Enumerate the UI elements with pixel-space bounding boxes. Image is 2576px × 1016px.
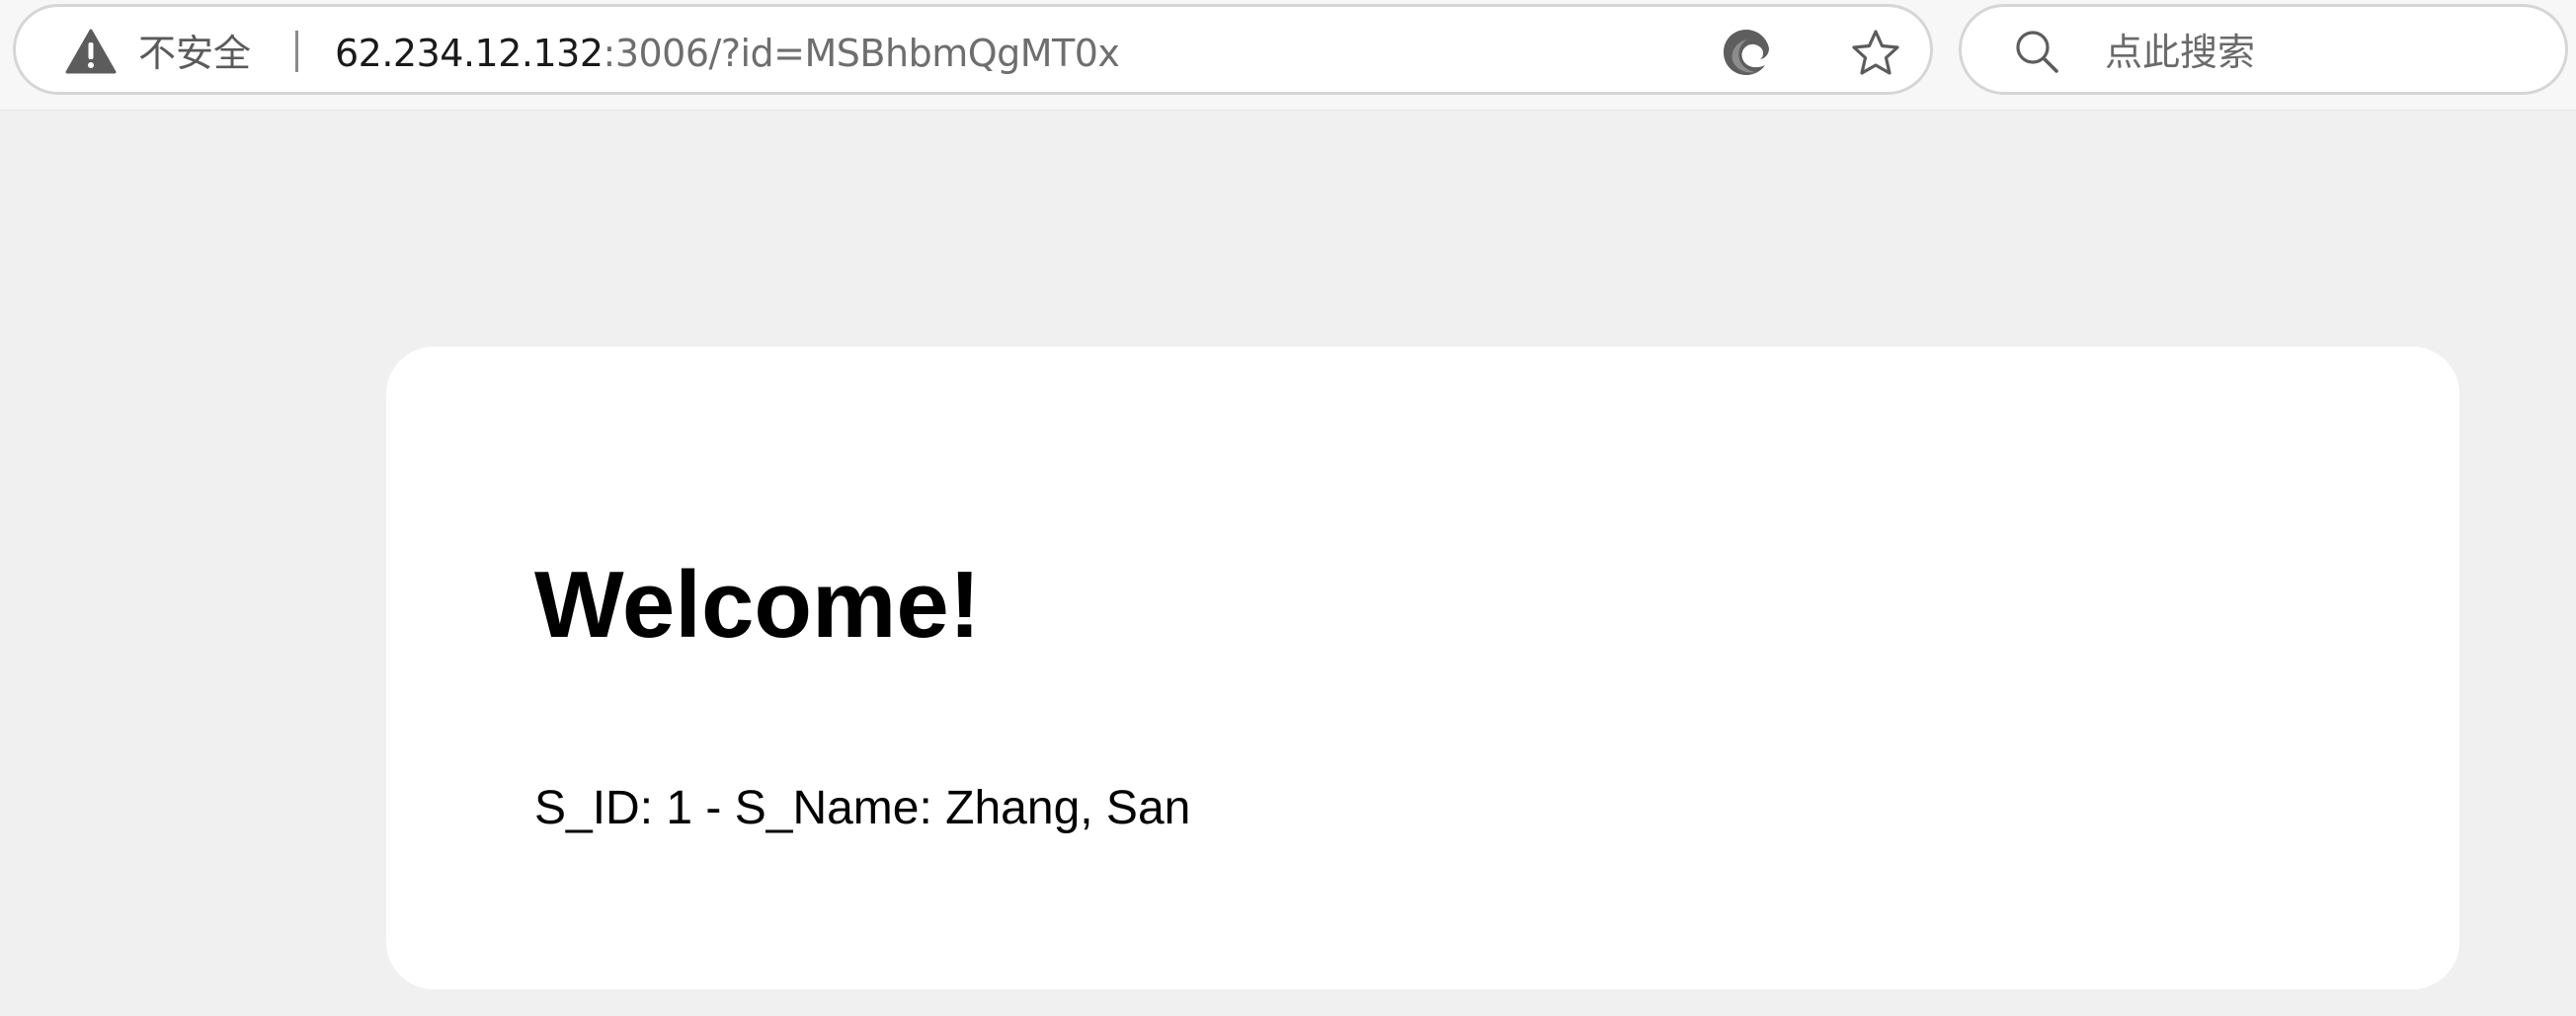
page-title: Welcome! <box>534 552 981 658</box>
student-info-text: S_ID: 1 - S_Name: Zhang, San <box>534 782 1191 834</box>
warning-icon[interactable] <box>65 29 117 74</box>
browser-toolbar: 不安全 62.234.12.132:3006/?id=MSBhbmQgMT0x … <box>0 0 2576 111</box>
address-divider <box>295 31 298 72</box>
search-placeholder[interactable]: 点此搜索 <box>2105 31 2255 74</box>
security-status-label[interactable]: 不安全 <box>138 32 251 75</box>
url-host: 62.234.12.132 <box>335 32 604 75</box>
search-icon[interactable] <box>2014 29 2059 74</box>
url-path: :3006/?id=MSBhbmQgMT0x <box>603 32 1120 75</box>
search-box[interactable]: 点此搜索 <box>1959 4 2568 95</box>
favorite-star-icon[interactable] <box>1849 29 1902 78</box>
address-bar[interactable]: 不安全 62.234.12.132:3006/?id=MSBhbmQgMT0x <box>13 4 1933 95</box>
edge-copilot-icon[interactable] <box>1719 25 1774 80</box>
welcome-card: Welcome! S_ID: 1 - S_Name: Zhang, San <box>386 347 2459 989</box>
url-text[interactable]: 62.234.12.132:3006/?id=MSBhbmQgMT0x <box>335 31 1120 76</box>
